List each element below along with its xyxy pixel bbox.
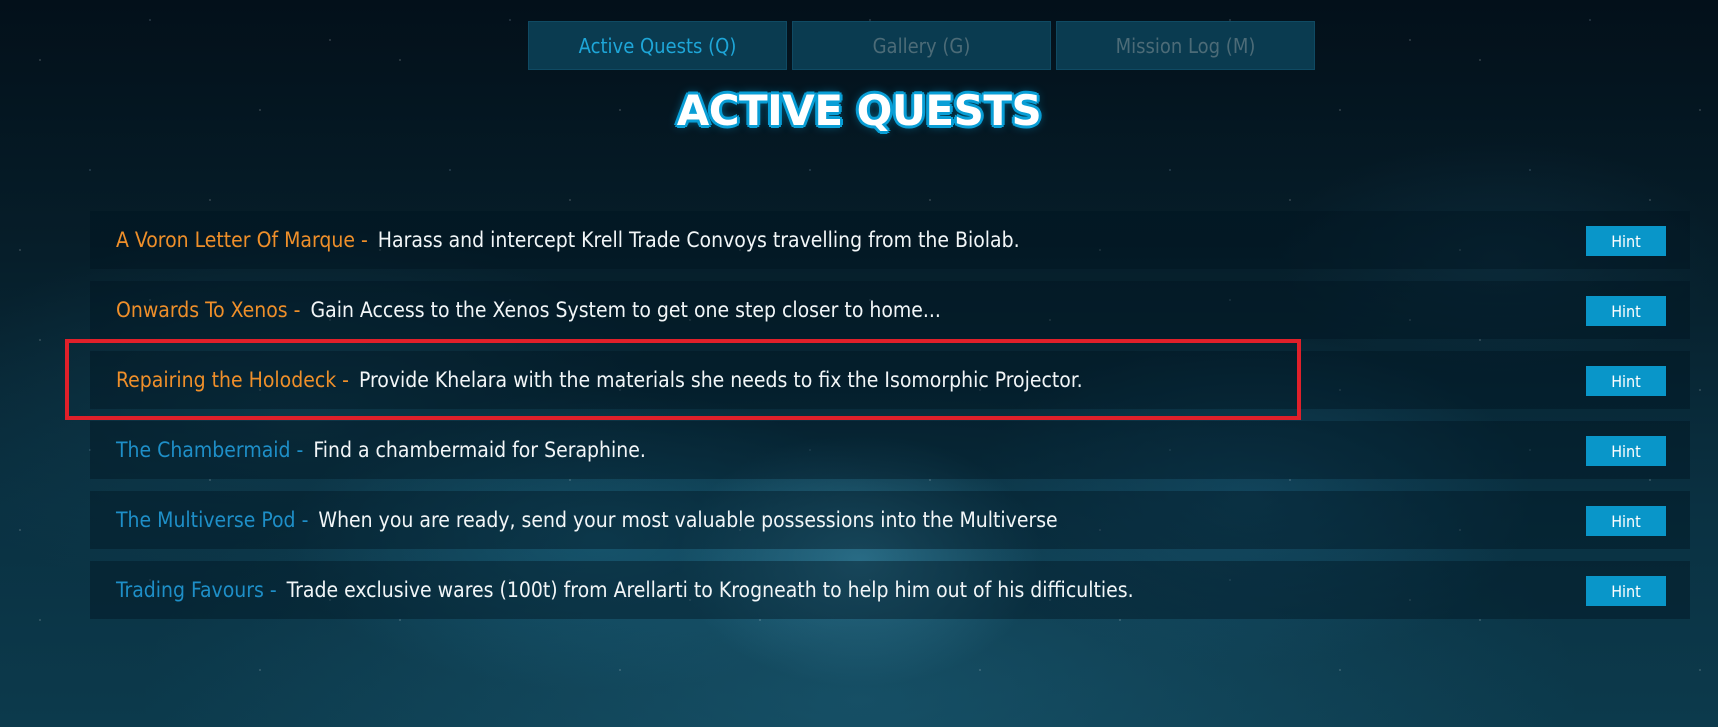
quest-separator: - [301, 508, 309, 532]
quest-text: Trading Favours - Trade exclusive wares (1… [116, 578, 1134, 602]
quest-name: Onwards To Xenos [116, 298, 288, 322]
hint-button[interactable]: Hint [1586, 296, 1666, 326]
quest-name: The Multiverse Pod [116, 508, 296, 532]
hint-button[interactable]: Hint [1586, 576, 1666, 606]
quest-description: When you are ready, send your most valua… [318, 508, 1058, 532]
quest-description: Provide Khelara with the materials she n… [358, 368, 1083, 392]
hint-button[interactable]: Hint [1586, 366, 1666, 396]
quest-separator: - [293, 298, 301, 322]
quest-name: The Chambermaid [116, 438, 291, 462]
quest-list: A Voron Letter Of Marque - Harass and inte… [90, 211, 1690, 631]
quest-text: A Voron Letter Of Marque - Harass and inte… [116, 228, 1020, 252]
quest-separator: - [360, 228, 368, 252]
hint-button[interactable]: Hint [1586, 436, 1666, 466]
hint-button[interactable]: Hint [1586, 226, 1666, 256]
quest-row-the-multiverse-pod: The Multiverse Pod - When you are ready, s… [90, 491, 1690, 549]
tab-mission-log[interactable]: Mission Log (M) [1056, 21, 1315, 70]
page-title: ACTIVE QUESTS [676, 86, 1042, 135]
hint-button[interactable]: Hint [1586, 506, 1666, 536]
quest-description: Find a chambermaid for Seraphine. [313, 438, 646, 462]
quest-row-voron-letter-of-marque: A Voron Letter Of Marque - Harass and inte… [90, 211, 1690, 269]
quest-text: Repairing the Holodeck - Provide Khelara w… [116, 368, 1083, 392]
quest-separator: - [269, 578, 277, 602]
tab-bar: Active Quests (Q) Gallery (G) Mission Lo… [528, 21, 1315, 70]
quest-name: Trading Favours [116, 578, 264, 602]
quest-row-repairing-the-holodeck: Repairing the Holodeck - Provide Khelara w… [90, 351, 1690, 409]
quest-name: A Voron Letter Of Marque [116, 228, 355, 252]
quest-description: Trade exclusive wares (100t) from Arella… [286, 578, 1134, 602]
quest-separator: - [296, 438, 304, 462]
quest-row-trading-favours: Trading Favours - Trade exclusive wares (1… [90, 561, 1690, 619]
quest-description: Harass and intercept Krell Trade Convoys… [377, 228, 1020, 252]
quest-name: Repairing the Holodeck [116, 368, 337, 392]
quest-description: Gain Access to the Xenos System to get o… [310, 298, 941, 322]
tab-gallery[interactable]: Gallery (G) [792, 21, 1051, 70]
quest-row-the-chambermaid: The Chambermaid - Find a chambermaid for S… [90, 421, 1690, 479]
quest-text: The Chambermaid - Find a chambermaid for S… [116, 438, 646, 462]
quest-text: The Multiverse Pod - When you are ready, s… [116, 508, 1058, 532]
tab-active-quests[interactable]: Active Quests (Q) [528, 21, 787, 70]
quest-row-onwards-to-xenos: Onwards To Xenos - Gain Access to the Xeno… [90, 281, 1690, 339]
quest-text: Onwards To Xenos - Gain Access to the Xeno… [116, 298, 941, 322]
quest-separator: - [342, 368, 349, 392]
